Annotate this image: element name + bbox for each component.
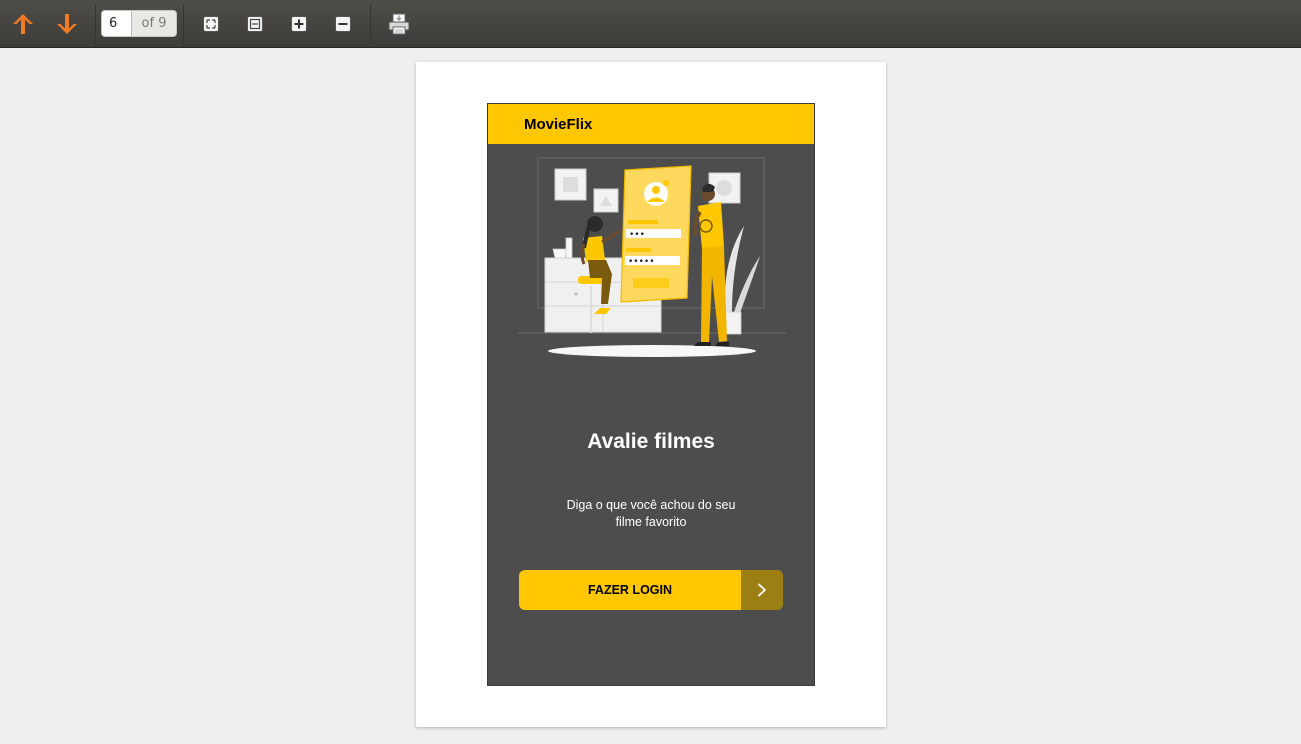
app-screen-mockup: MovieFlix ••• ••••• Avalie filmes Diga o… [487, 103, 815, 686]
document-page: MovieFlix ••• ••••• Avalie filmes Diga o… [416, 62, 886, 727]
previous-page-button[interactable] [9, 10, 37, 38]
login-illustration: ••• ••••• [518, 157, 786, 357]
fit-width-icon [247, 16, 263, 32]
login-arrow-box [741, 570, 783, 610]
zoom-out-icon [335, 16, 351, 32]
login-button-label: FAZER LOGIN [587, 583, 673, 597]
subtext-line: filme favorito [615, 515, 687, 529]
zoom-in-button[interactable] [285, 10, 313, 38]
chevron-right-icon [758, 583, 766, 597]
page-count-label: of 9 [141, 16, 167, 31]
pdf-toolbar: of 9 [0, 0, 1301, 48]
toolbar-divider [370, 4, 371, 44]
next-page-button[interactable] [53, 10, 81, 38]
subtext-line: Diga o que você achou do seu [566, 498, 736, 512]
print-button[interactable] [385, 10, 413, 38]
fit-page-button[interactable] [197, 10, 225, 38]
subtext: Diga o que você achou do seu filme favor… [551, 497, 751, 531]
toolbar-divider [95, 4, 96, 44]
page-number-box: of 9 [101, 10, 177, 37]
headline: Avalie filmes [587, 430, 715, 453]
app-header: MovieFlix [488, 104, 814, 144]
toolbar-divider [183, 4, 184, 44]
arrow-up-icon [13, 14, 33, 34]
zoom-out-button[interactable] [329, 10, 357, 38]
login-button[interactable]: FAZER LOGIN [519, 570, 783, 610]
zoom-in-icon [291, 16, 307, 32]
page-number-input[interactable] [102, 11, 132, 36]
fit-width-button[interactable] [241, 10, 269, 38]
print-icon [388, 13, 410, 35]
pin-dots: ••• [629, 230, 645, 240]
app-title: MovieFlix [524, 116, 593, 133]
arrow-down-icon [57, 14, 77, 34]
password-dots: ••••• [628, 257, 655, 267]
fit-page-icon [203, 16, 219, 32]
